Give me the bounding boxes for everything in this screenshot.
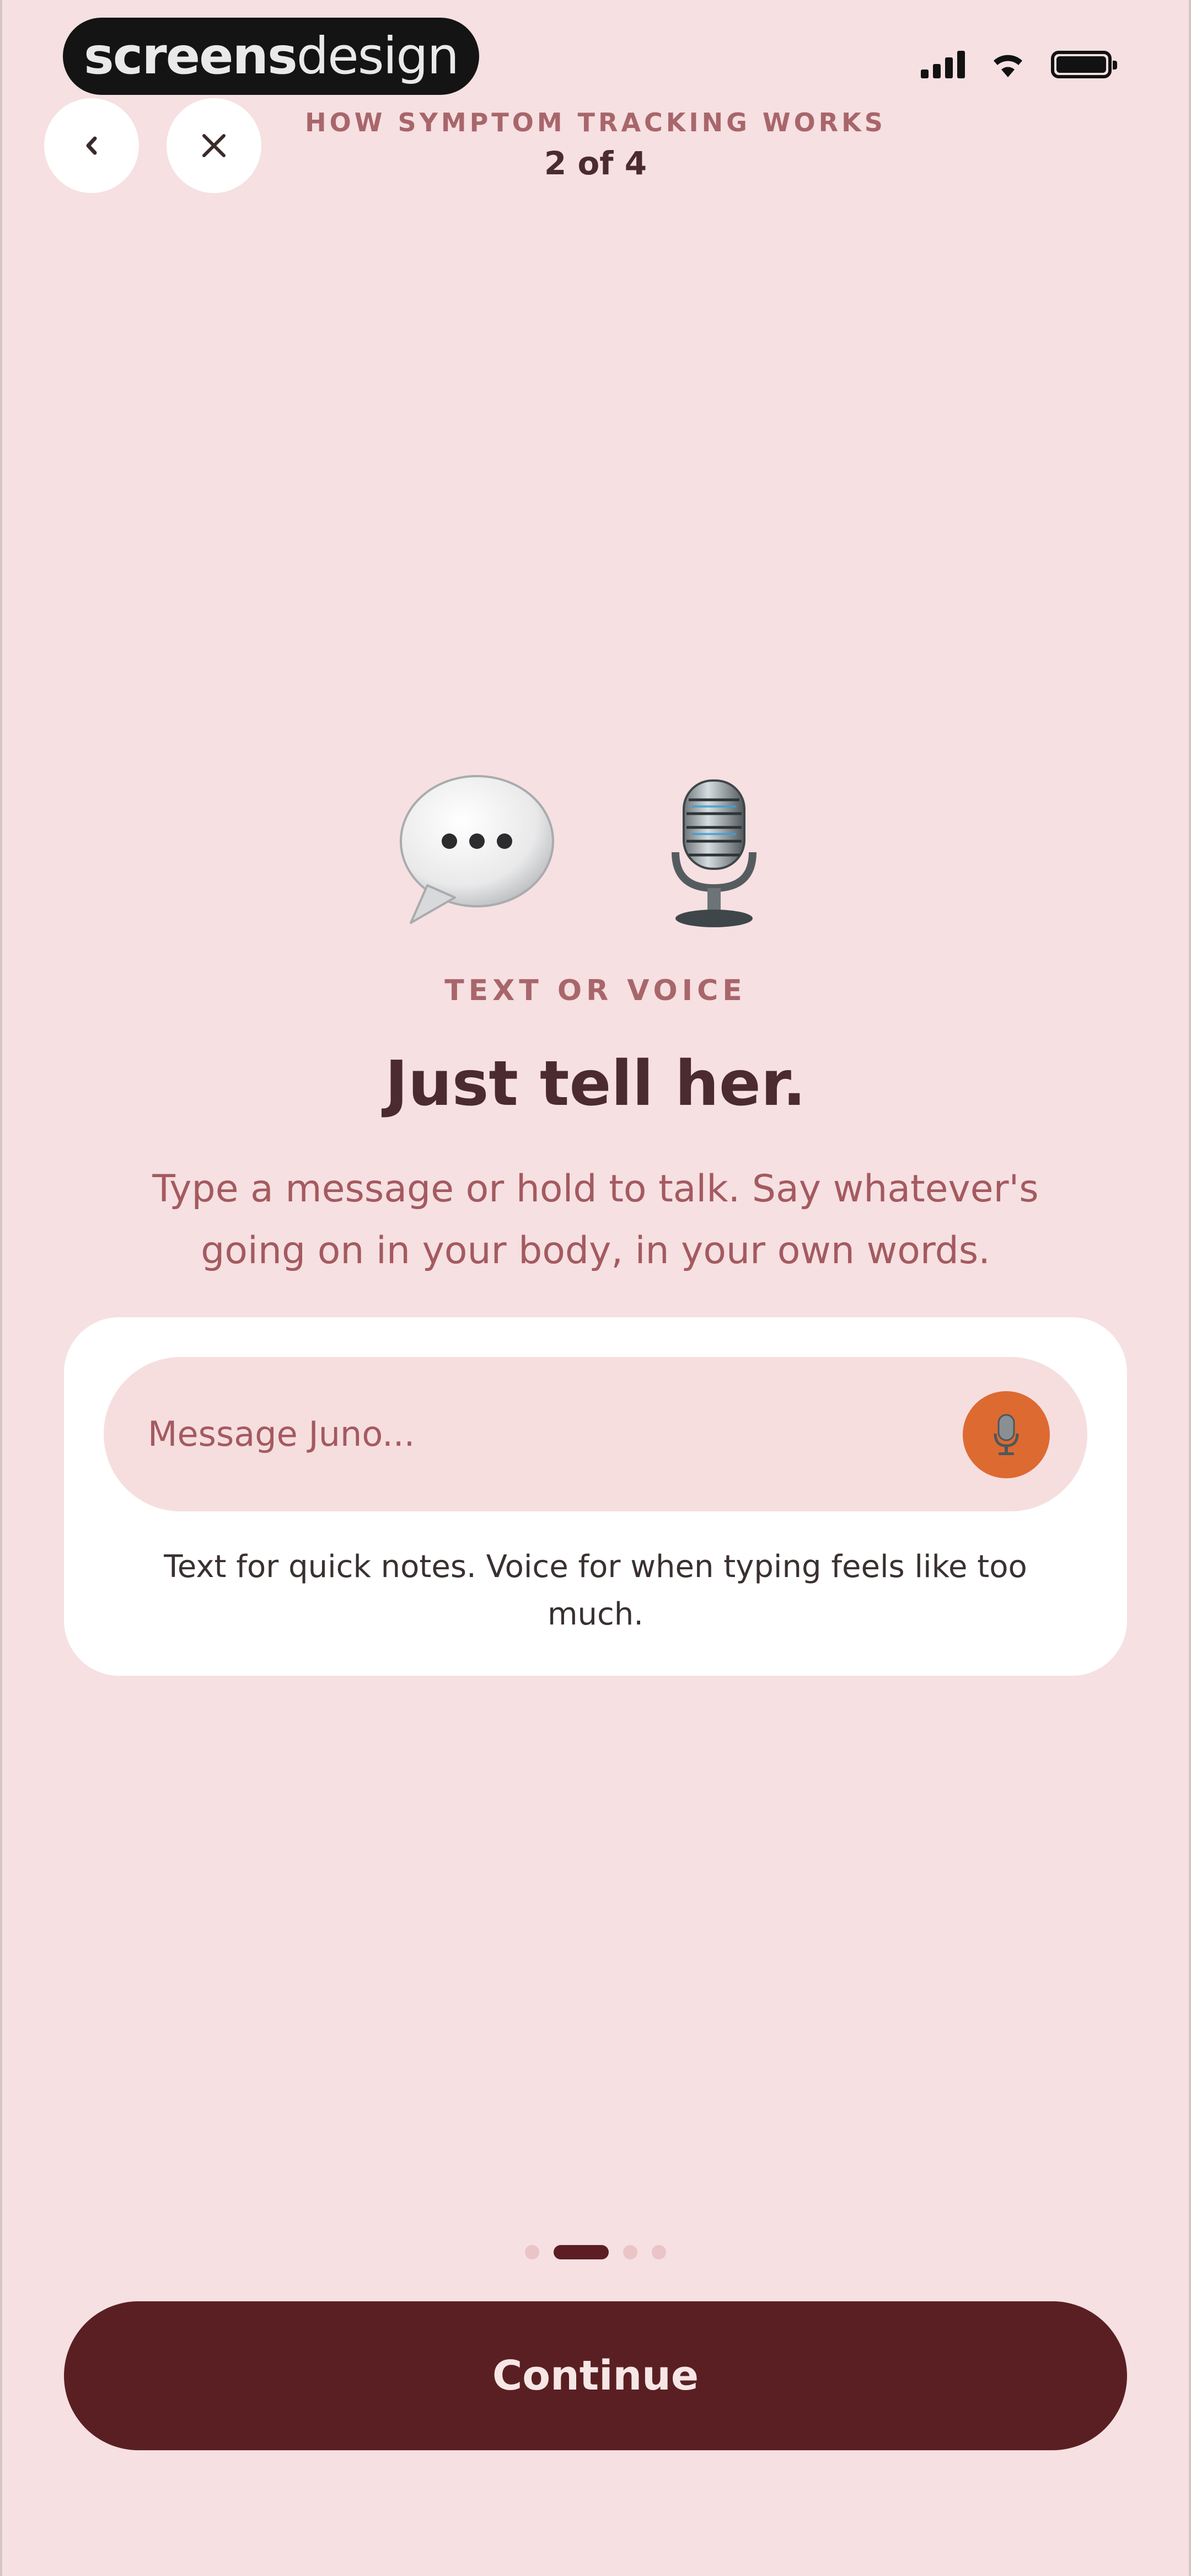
status-icons [921, 51, 1117, 78]
page-dot-active [554, 2245, 609, 2259]
page-dot [623, 2245, 637, 2259]
studio-microphone-icon [672, 779, 757, 927]
page-indicator [2, 2245, 1189, 2259]
page-dot [525, 2245, 539, 2259]
message-input-placeholder: Message Juno... [148, 1414, 415, 1454]
wifi-icon [994, 55, 1022, 77]
speech-bubble-icon [400, 775, 554, 924]
battery-icon [1051, 51, 1117, 78]
continue-button-label: Continue [492, 2352, 699, 2399]
brand-watermark: screensdesign [63, 18, 479, 95]
voice-button[interactable] [963, 1391, 1050, 1478]
microphone-icon [994, 1414, 1019, 1455]
continue-button[interactable]: Continue [64, 2301, 1127, 2450]
onboarding-screen: screensdesign HOW SYMPTOM TRACKING WORKS… [0, 0, 1191, 2576]
cellular-signal-icon [921, 51, 965, 78]
section-eyebrow: TEXT OR VOICE [444, 974, 747, 1007]
card-note: Text for quick notes. Voice for when typ… [164, 1549, 1027, 1632]
brand-light-text: design [296, 26, 459, 85]
description-text: Type a message or hold to talk. Say what… [152, 1167, 1039, 1273]
brand-bold-text: screens [84, 26, 298, 85]
page-title: Just tell her. [385, 1048, 806, 1120]
step-counter: 2 of 4 [544, 145, 647, 182]
message-input[interactable]: Message Juno... [104, 1357, 1087, 1511]
hero-icons [2, 769, 1189, 935]
flow-title: HOW SYMPTOM TRACKING WORKS [305, 108, 886, 137]
page-dot [652, 2245, 666, 2259]
demo-card: Message Juno... Text for quick notes. Vo… [64, 1317, 1127, 1676]
